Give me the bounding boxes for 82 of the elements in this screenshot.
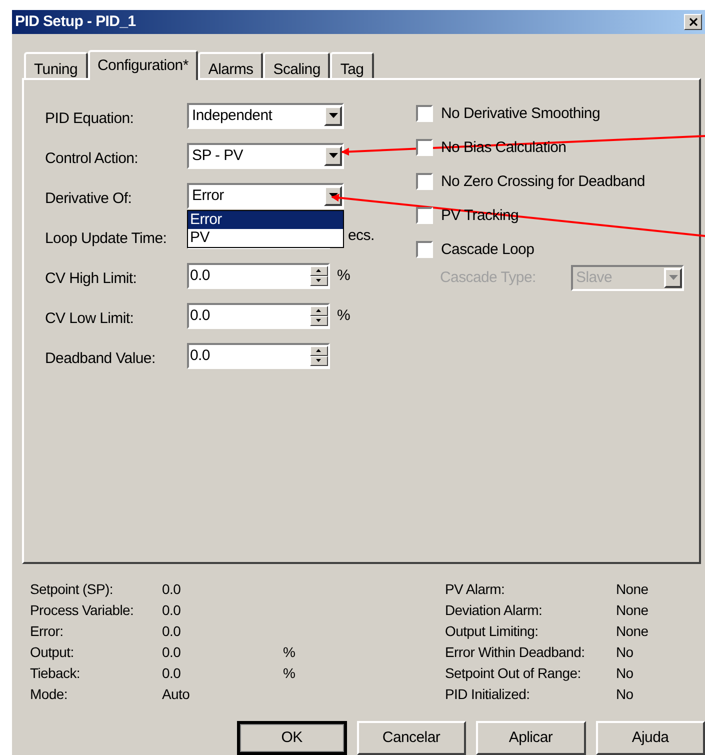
down-caret-icon	[316, 359, 322, 362]
status-value: 0.0	[162, 664, 182, 683]
status-label: Tieback:	[30, 664, 81, 683]
dropdown-arrow-button[interactable]	[324, 146, 342, 166]
status-label: Mode:	[30, 685, 68, 704]
status-label: PID Initialized:	[445, 685, 531, 704]
checkbox[interactable]	[416, 139, 433, 156]
caret-icon	[328, 113, 338, 118]
status-label: Output:	[30, 643, 75, 662]
status-value: None	[616, 580, 650, 599]
dropdown-option[interactable]: Error	[188, 210, 343, 229]
checkbox-label: Cascade Loop	[441, 240, 534, 260]
status-label: Error:	[30, 622, 64, 641]
checkbox[interactable]	[416, 105, 433, 122]
field-label: CV Low Limit:	[45, 308, 135, 329]
status-value: 0.0	[162, 643, 182, 662]
checkbox-label: No Zero Crossing for Deadband	[441, 172, 645, 192]
spin-up-button[interactable]	[310, 266, 328, 276]
dropdown-field[interactable]: SP - PV	[187, 142, 344, 169]
caret-icon	[328, 153, 338, 158]
dropdown-option[interactable]: PV	[188, 228, 343, 247]
tab[interactable]: Tag	[330, 52, 374, 78]
number-field[interactable]: 0.0	[187, 262, 330, 289]
status-label: Setpoint Out of Range:	[445, 664, 582, 683]
checkbox[interactable]	[416, 173, 433, 190]
spin-up-button[interactable]	[310, 306, 328, 316]
dialog-button[interactable]: Cancelar	[356, 721, 466, 755]
up-caret-icon	[316, 309, 322, 312]
spin-down-button[interactable]	[310, 276, 328, 286]
dialog-button[interactable]: Aplicar	[476, 721, 586, 755]
dropdown-field[interactable]: Independent	[187, 102, 344, 129]
status-value: Auto	[162, 685, 191, 704]
status-label: Setpoint (SP):	[30, 580, 114, 599]
unit-label: %	[283, 664, 296, 683]
unit-label: %	[337, 306, 350, 326]
dropdown-field[interactable]: Error	[187, 182, 344, 209]
status-value: No	[616, 664, 634, 683]
down-caret-icon	[316, 319, 322, 322]
status-label: Error Within Deadband:	[445, 643, 586, 662]
spin-up-button[interactable]	[310, 346, 328, 356]
dialog-button[interactable]: Ajuda	[596, 721, 705, 755]
status-value: No	[616, 685, 634, 704]
window-title: PID Setup - PID_1	[15, 12, 136, 32]
up-caret-icon	[316, 269, 322, 272]
number-field[interactable]: 0.0	[187, 342, 330, 369]
unit-label: %	[337, 266, 350, 286]
status-label: Deviation Alarm:	[445, 601, 544, 620]
field-label: Loop Update Time:	[45, 228, 168, 249]
dropdown-arrow-button[interactable]	[324, 106, 342, 126]
close-button[interactable]	[684, 14, 702, 30]
checkbox[interactable]	[416, 241, 433, 258]
field-label: CV High Limit:	[45, 268, 138, 289]
dialog-button[interactable]: OK	[237, 721, 346, 755]
spin-down-button[interactable]	[310, 356, 328, 366]
field-label: PID Equation:	[45, 108, 135, 129]
status-value: 0.0	[162, 601, 182, 620]
status-label: Output Limiting:	[445, 622, 540, 641]
field-label: Derivative Of:	[45, 188, 133, 209]
dropdown-arrow-button[interactable]	[664, 268, 682, 288]
spin-down-button[interactable]	[310, 316, 328, 326]
status-value: 0.0	[162, 622, 182, 641]
status-value: 0.0	[162, 580, 182, 599]
checkbox-label: No Derivative Smoothing	[441, 104, 600, 124]
unit-label: ecs.	[348, 226, 374, 246]
checkbox[interactable]	[416, 207, 433, 224]
number-field[interactable]: 0.0	[187, 302, 330, 329]
caret-icon	[328, 193, 338, 198]
status-value: None	[616, 601, 650, 620]
up-caret-icon	[316, 349, 322, 352]
field-label: Control Action:	[45, 148, 140, 169]
unit-label: %	[283, 643, 296, 662]
field-label: Deadband Value:	[45, 348, 156, 369]
tab[interactable]: Alarms	[198, 52, 264, 78]
down-caret-icon	[316, 279, 322, 282]
tab[interactable]: Scaling	[263, 52, 330, 78]
status-value: None	[616, 622, 650, 641]
status-value: No	[616, 643, 634, 662]
close-icon	[688, 18, 698, 26]
tab[interactable]: Configuration*	[88, 50, 198, 80]
status-label: PV Alarm:	[445, 580, 506, 599]
caret-icon	[668, 275, 678, 280]
status-label: Process Variable:	[30, 601, 135, 620]
